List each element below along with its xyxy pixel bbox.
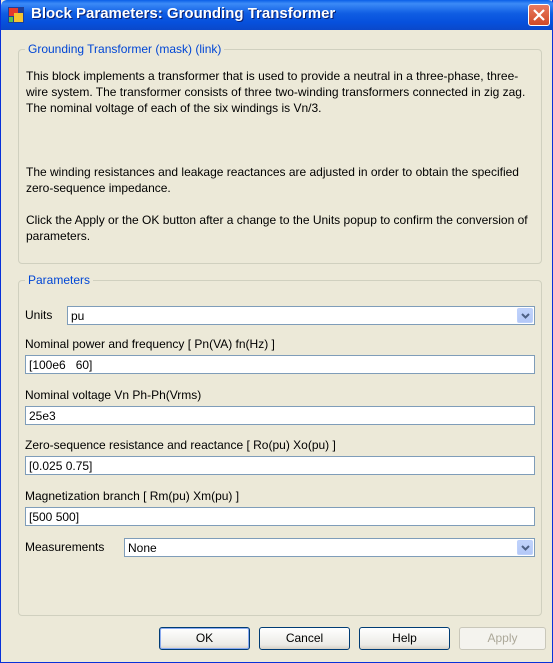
measurements-selected-value: None — [128, 541, 157, 555]
measurements-dropdown[interactable]: None — [124, 538, 535, 557]
nominal-voltage-label: Nominal voltage Vn Ph-Ph(Vrms) — [25, 388, 202, 402]
units-dropdown-arrow[interactable] — [517, 308, 533, 323]
parameters-group: Parameters Units pu Nominal power and fr… — [18, 273, 542, 616]
parameters-group-legend: Parameters — [25, 273, 94, 287]
zero-sequence-input[interactable] — [25, 456, 535, 475]
title-bar[interactable]: Block Parameters: Grounding Transformer — [1, 0, 553, 30]
nominal-power-input[interactable] — [25, 355, 535, 374]
block-parameters-dialog: Block Parameters: Grounding Transformer … — [0, 0, 553, 663]
description-paragraph-2: The winding resistances and leakage reac… — [26, 165, 519, 195]
simulink-block-icon — [8, 7, 24, 23]
chevron-down-icon — [521, 313, 530, 319]
description-group-legend: Grounding Transformer (mask) (link) — [25, 42, 225, 56]
chevron-down-icon — [521, 545, 530, 551]
units-selected-value: pu — [71, 309, 85, 323]
zero-sequence-label: Zero-sequence resistance and reactance [… — [25, 438, 336, 452]
help-button[interactable]: Help — [359, 627, 450, 650]
units-label: Units — [25, 308, 53, 322]
apply-button[interactable]: Apply — [459, 627, 546, 650]
units-dropdown[interactable]: pu — [67, 306, 535, 325]
cancel-button[interactable]: Cancel — [259, 627, 350, 650]
close-icon — [533, 9, 545, 21]
magnetization-label: Magnetization branch [ Rm(pu) Xm(pu) ] — [25, 489, 240, 503]
nominal-voltage-input[interactable] — [25, 406, 535, 425]
description-paragraph-3: Click the Apply or the OK button after a… — [26, 213, 528, 243]
description-paragraph-1: This block implements a transformer that… — [26, 69, 526, 115]
window-title: Block Parameters: Grounding Transformer — [31, 5, 336, 22]
measurements-label: Measurements — [25, 540, 105, 554]
measurements-dropdown-arrow[interactable] — [517, 540, 533, 555]
ok-button[interactable]: OK — [159, 627, 250, 650]
close-button[interactable] — [528, 4, 550, 26]
magnetization-input[interactable] — [25, 507, 535, 526]
description-group: Grounding Transformer (mask) (link) This… — [18, 42, 542, 264]
nominal-power-label: Nominal power and frequency [ Pn(VA) fn(… — [25, 337, 275, 351]
